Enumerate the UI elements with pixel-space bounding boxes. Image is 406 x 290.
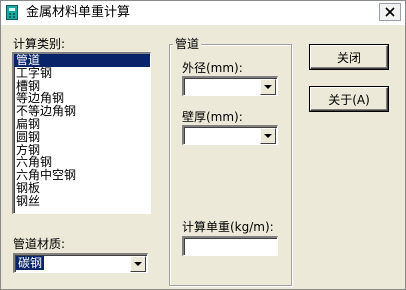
wall-thickness-select[interactable] [182,125,278,145]
unit-weight-field[interactable] [182,236,278,256]
chevron-down-icon [134,262,142,266]
material-selected-value: 碳钢 [16,256,45,270]
chevron-down-icon [264,134,272,138]
wall-thickness-dropdown-button[interactable] [260,128,276,144]
outer-diameter-label: 外径(mm): [182,61,243,75]
list-item-round-steel[interactable]: 圆钢 [14,130,150,144]
material-select[interactable]: 碳钢 [13,253,148,273]
calculator-icon [6,5,18,20]
chevron-down-icon [264,85,272,89]
calculator-window: 金属材料单重计算 计算类别: 管道 工字钢 槽钢 等边角钢 不等边角钢 扁钢 圆… [0,0,406,290]
material-label: 管道材质: [13,237,66,251]
category-label: 计算类别: [13,37,66,51]
list-item-steel-plate[interactable]: 钢板 [14,182,150,195]
list-item-pipe[interactable]: 管道 [14,54,150,67]
title-bar[interactable]: 金属材料单重计算 [1,1,405,25]
window-title: 金属材料单重计算 [26,5,131,20]
window-close-button[interactable] [379,3,401,21]
list-item-i-beam[interactable]: 工字钢 [14,66,150,80]
group-title: 管道 [173,37,202,51]
close-icon [385,7,395,17]
wall-thickness-label: 壁厚(mm): [182,110,243,124]
outer-diameter-value [185,79,189,93]
unit-weight-label: 计算单重(kg/m): [182,220,274,234]
category-listbox[interactable]: 管道 工字钢 槽钢 等边角钢 不等边角钢 扁钢 圆钢 方钢 六角钢 六角中空钢 … [12,52,151,214]
close-button[interactable]: 关闭 [310,45,388,69]
outer-diameter-dropdown-button[interactable] [260,79,276,95]
list-item-flat-steel[interactable]: 扁钢 [14,118,150,131]
outer-diameter-select[interactable] [182,76,278,96]
about-button[interactable]: 关于(A) [310,87,388,111]
wall-thickness-value [185,128,189,142]
list-item-steel-wire[interactable]: 钢丝 [14,194,150,208]
material-dropdown-button[interactable] [130,256,146,272]
